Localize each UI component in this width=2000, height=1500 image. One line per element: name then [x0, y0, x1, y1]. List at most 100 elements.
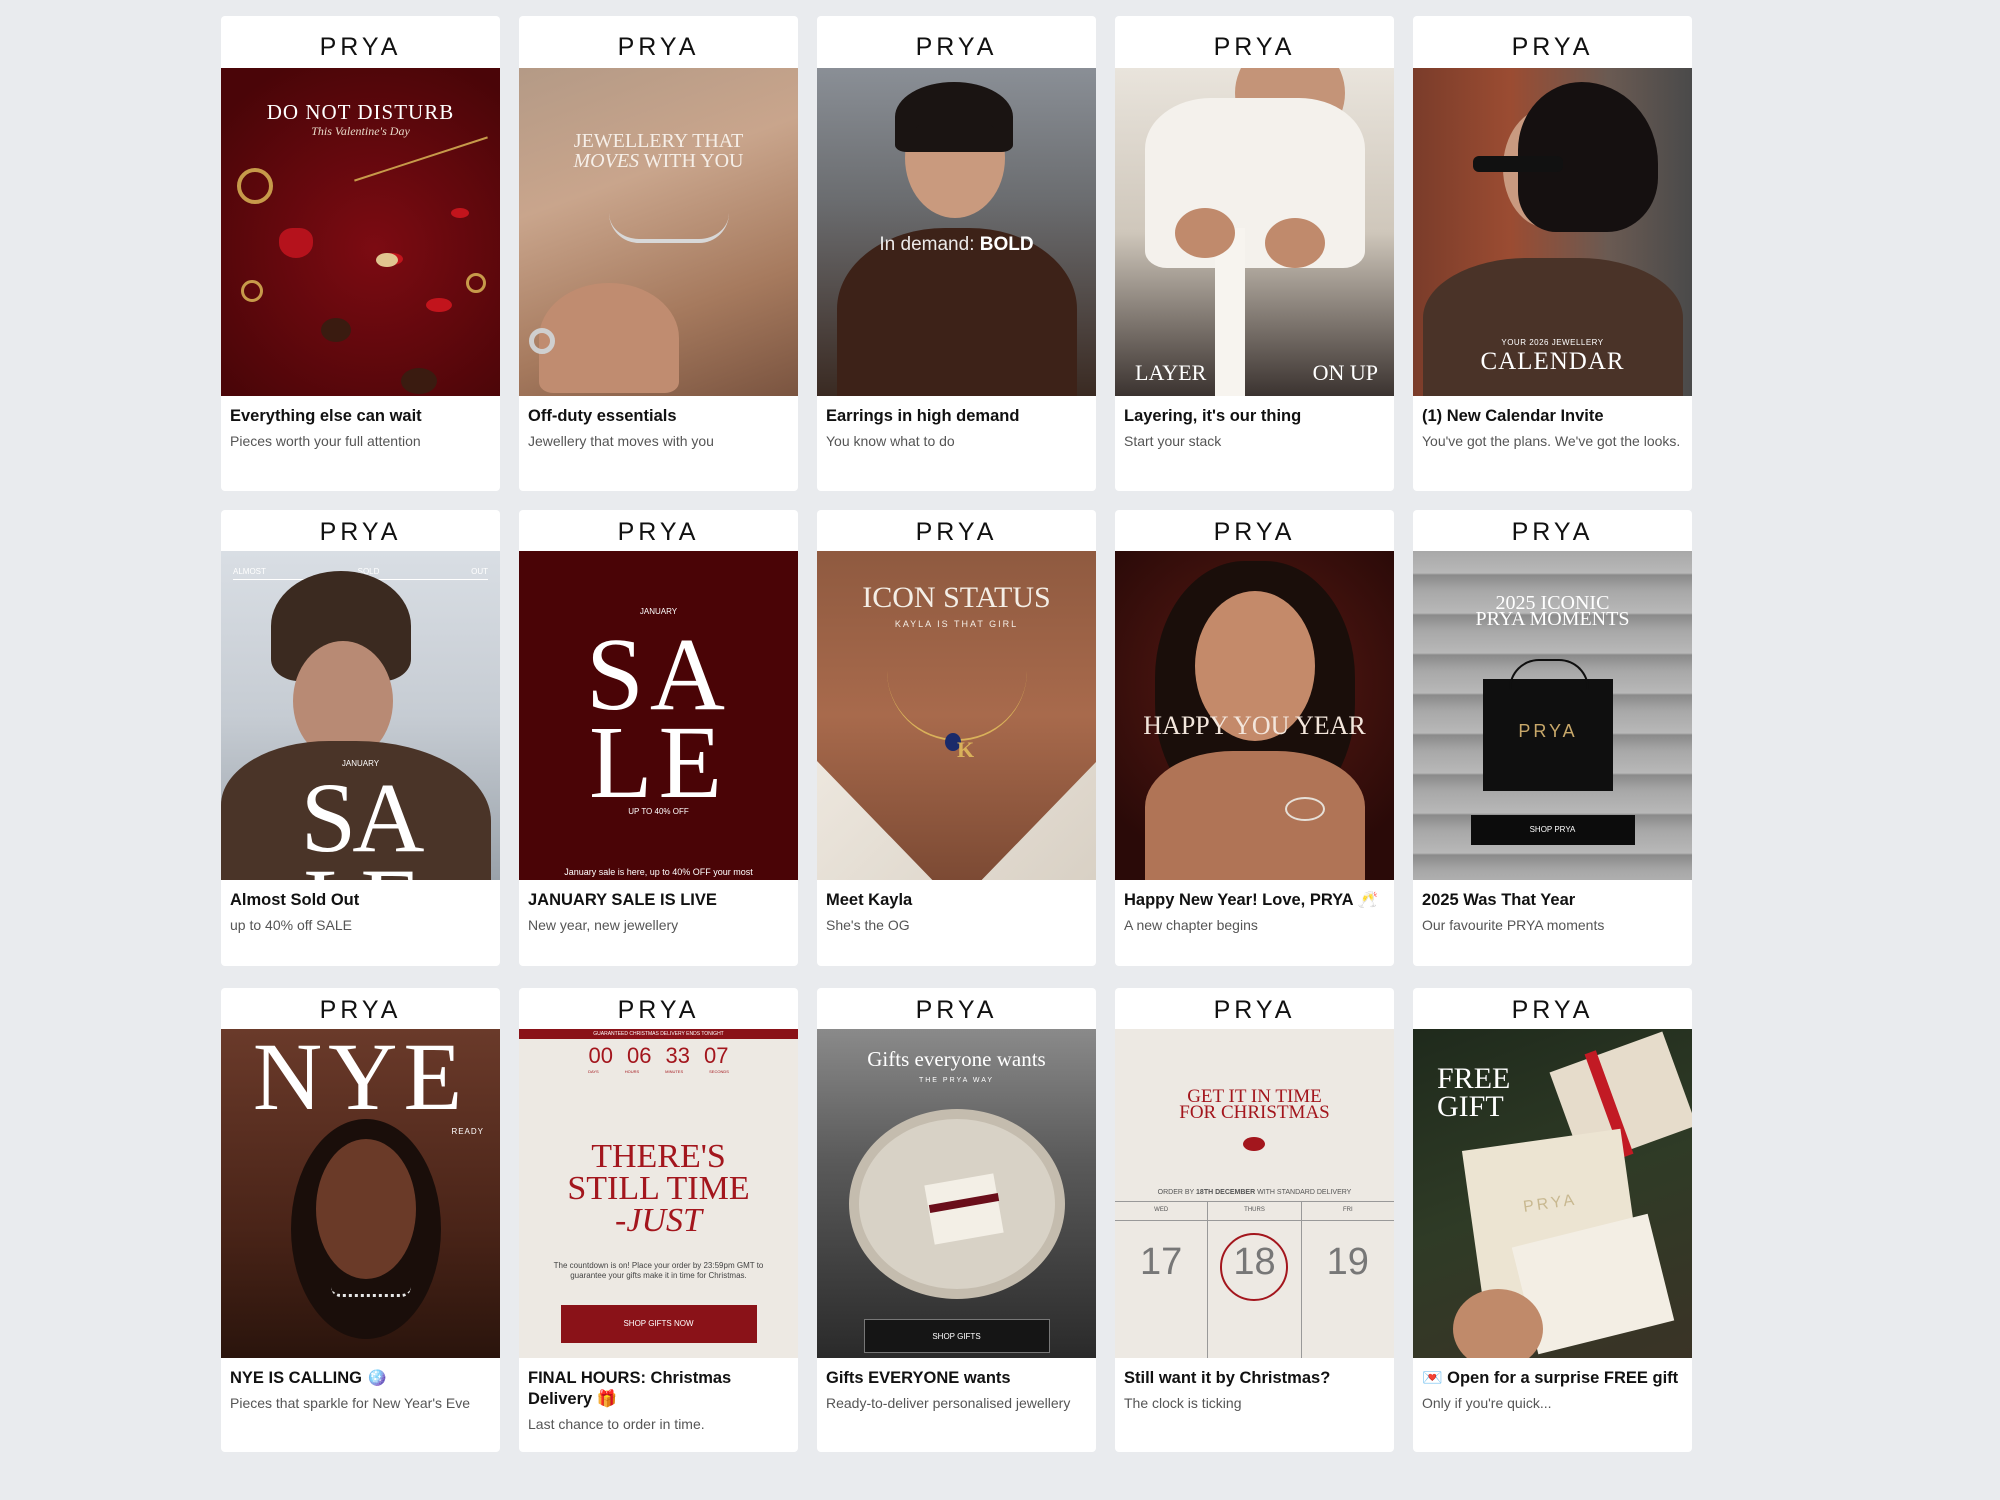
- image-body: The countdown is on! Place your order by…: [553, 1261, 764, 1280]
- campaign-row-2: PRYA ALMOSTSOLDOUT JANUARY SA LE Almost …: [221, 510, 1695, 966]
- ring-icon: [529, 328, 555, 354]
- order-deadline: ORDER BY 18TH DECEMBER WITH STANDARD DEL…: [1157, 1189, 1352, 1196]
- campaign-preview: You know what to do: [826, 433, 955, 449]
- image-headline-2: LE: [221, 854, 500, 881]
- ring-icon: [237, 168, 273, 204]
- image-headline: NYE: [252, 1029, 469, 1130]
- campaign-card[interactable]: PRYA FREE GIFT PRYA 💌 Open for a surpris…: [1413, 988, 1692, 1452]
- image-subline: UP TO 40% OFF: [628, 807, 689, 816]
- campaign-preview: Start your stack: [1124, 433, 1222, 449]
- campaign-subject: Layering, it's our thing: [1124, 407, 1302, 425]
- campaign-image: Gifts everyone wants THE PRYA WAY SHOP G…: [817, 1029, 1096, 1358]
- campaign-preview: Only if you're quick...: [1422, 1395, 1552, 1411]
- calendar-day: FRI 19: [1301, 1201, 1394, 1358]
- box-logo: PRYA: [1522, 1191, 1579, 1216]
- campaign-preview: up to 40% off SALE: [230, 917, 352, 933]
- campaign-subject: JANUARY SALE IS LIVE: [528, 891, 717, 909]
- campaign-image: JANUARY SA LE UP TO 40% OFF January sale…: [519, 551, 798, 880]
- pendant-letter: K: [957, 737, 975, 762]
- image-headline-2: LE: [588, 705, 729, 820]
- image-footer: January sale is here, up to 40% OFF your…: [564, 867, 753, 877]
- campaign-subject: Still want it by Christmas?: [1124, 1369, 1331, 1387]
- hand-shape: [539, 283, 679, 393]
- campaign-subject: NYE IS CALLING 🪩: [230, 1369, 388, 1387]
- hand-shape: [1175, 208, 1235, 258]
- campaign-preview: A new chapter begins: [1124, 917, 1258, 933]
- brand-logo: PRYA: [319, 518, 402, 546]
- campaign-subject: Almost Sold Out: [230, 891, 360, 909]
- campaign-image: ALMOSTSOLDOUT JANUARY SA LE: [221, 551, 500, 880]
- countdown-labels: DAYS HOURS MINUTES SECONDS: [588, 1069, 729, 1074]
- shop-prya-button[interactable]: SHOP PRYA: [1470, 815, 1635, 845]
- hair-shape: [895, 82, 1013, 152]
- brand-logo: PRYA: [1213, 33, 1296, 61]
- campaign-subject: Meet Kayla: [826, 891, 913, 909]
- image-text-left: LAYER: [1135, 360, 1207, 385]
- campaign-preview: Our favourite PRYA moments: [1422, 917, 1605, 933]
- campaign-preview: Pieces worth your full attention: [230, 433, 421, 449]
- brand-logo: PRYA: [915, 996, 998, 1024]
- campaign-subject: (1) New Calendar Invite: [1422, 407, 1604, 425]
- campaign-card[interactable]: PRYA In demand: BOLD Earrings in high de…: [817, 16, 1096, 491]
- campaign-image: GUARANTEED CHRISTMAS DELIVERY ENDS TONIG…: [519, 1029, 798, 1358]
- image-headline-2: GIFT: [1437, 1090, 1504, 1123]
- circle-mark: [1220, 1233, 1289, 1301]
- campaign-image: In demand: BOLD: [817, 68, 1096, 396]
- face-shape: [316, 1139, 416, 1279]
- campaign-card[interactable]: PRYA YOUR 2026 JEWELLERY CALENDAR (1) Ne…: [1413, 16, 1692, 491]
- campaign-card[interactable]: PRYA NYE READY NYE IS CALLING 🪩 Pieces t…: [221, 988, 500, 1452]
- campaign-preview: You've got the plans. We've got the look…: [1422, 433, 1681, 449]
- brand-logo: PRYA: [617, 33, 700, 61]
- bag-logo: PRYA: [1518, 721, 1578, 741]
- campaign-card[interactable]: PRYA LAYER ON UP Layering, it's our thin…: [1115, 16, 1394, 491]
- campaign-card[interactable]: PRYA ALMOSTSOLDOUT JANUARY SA LE Almost …: [221, 510, 500, 966]
- campaign-image: YOUR 2026 JEWELLERY CALENDAR: [1413, 68, 1692, 396]
- image-headline-2: FOR CHRISTMAS: [1179, 1102, 1330, 1123]
- image-text-right: ON UP: [1312, 360, 1378, 385]
- image-tagline: KAYLA IS THAT GIRL: [894, 619, 1019, 629]
- image-tagline: READY: [451, 1127, 484, 1136]
- campaign-subject: 💌 Open for a surprise FREE gift: [1422, 1369, 1679, 1387]
- image-headline-2: MOVES WITH YOU: [573, 150, 744, 172]
- campaign-card[interactable]: PRYA JEWELLERY THAT MOVES WITH YOU Off-d…: [519, 16, 798, 491]
- brand-logo: PRYA: [617, 996, 700, 1024]
- campaign-subject: Everything else can wait: [230, 407, 422, 425]
- campaign-card[interactable]: PRYA DO NOT DISTURB This Valentine's Day…: [221, 16, 500, 491]
- image-tagline: THE PRYA WAY: [918, 1077, 995, 1084]
- brand-logo: PRYA: [319, 996, 402, 1024]
- campaign-card[interactable]: PRYA HAPPY YOU YEAR Happy New Year! Love…: [1115, 510, 1394, 966]
- calendar: WED 17 THURS 18 FRI 19: [1115, 1201, 1394, 1358]
- calendar-day: THURS 18: [1208, 1201, 1302, 1358]
- campaign-row-3: PRYA NYE READY NYE IS CALLING 🪩 Pieces t…: [221, 988, 1695, 1452]
- image-headline: THERE'S: [591, 1138, 726, 1175]
- campaign-card[interactable]: PRYA 2025 ICONIC PRYA MOMENTS PRYA SHOP …: [1413, 510, 1692, 966]
- campaign-subject: 2025 Was That Year: [1422, 891, 1576, 909]
- shop-gifts-button[interactable]: SHOP GIFTS: [863, 1319, 1050, 1353]
- campaign-subject: Gifts EVERYONE wants: [826, 1369, 1011, 1387]
- campaign-card[interactable]: PRYA JANUARY SA LE UP TO 40% OFF January…: [519, 510, 798, 966]
- delivery-banner: GUARANTEED CHRISTMAS DELIVERY ENDS TONIG…: [519, 1029, 798, 1039]
- campaign-preview: She's the OG: [826, 917, 910, 933]
- campaign-image: JEWELLERY THAT MOVES WITH YOU: [519, 68, 798, 396]
- image-headline: FREE: [1437, 1062, 1511, 1095]
- campaign-card[interactable]: PRYA ICON STATUS KAYLA IS THAT GIRL K Me…: [817, 510, 1096, 966]
- campaign-card[interactable]: PRYA Gifts everyone wants THE PRYA WAY S…: [817, 988, 1096, 1452]
- gift-icon: [1243, 1137, 1265, 1151]
- necklace-chain: [354, 136, 488, 182]
- image-headline-3: -JUST: [615, 1202, 702, 1239]
- campaign-card[interactable]: PRYA GET IT IN TIME FOR CHRISTMAS ORDER …: [1115, 988, 1394, 1452]
- hand-shape: [1265, 218, 1325, 268]
- chocolate-icon: [401, 368, 437, 394]
- petal-icon: [451, 208, 469, 218]
- necklace-chain: [887, 631, 1027, 741]
- campaign-card[interactable]: PRYA GUARANTEED CHRISTMAS DELIVERY ENDS …: [519, 988, 798, 1452]
- brand-logo: PRYA: [1213, 996, 1296, 1024]
- image-month: JANUARY: [639, 607, 678, 616]
- campaign-subject: Earrings in high demand: [826, 407, 1020, 425]
- campaign-preview: Last chance to order in time.: [528, 1416, 705, 1432]
- shop-gifts-now-button[interactable]: SHOP GIFTS NOW: [560, 1305, 757, 1343]
- brand-logo: PRYA: [319, 33, 402, 61]
- pendant-icon: [376, 253, 398, 267]
- necklace-chain: [331, 1287, 411, 1297]
- calendar-day: WED 17: [1115, 1201, 1209, 1358]
